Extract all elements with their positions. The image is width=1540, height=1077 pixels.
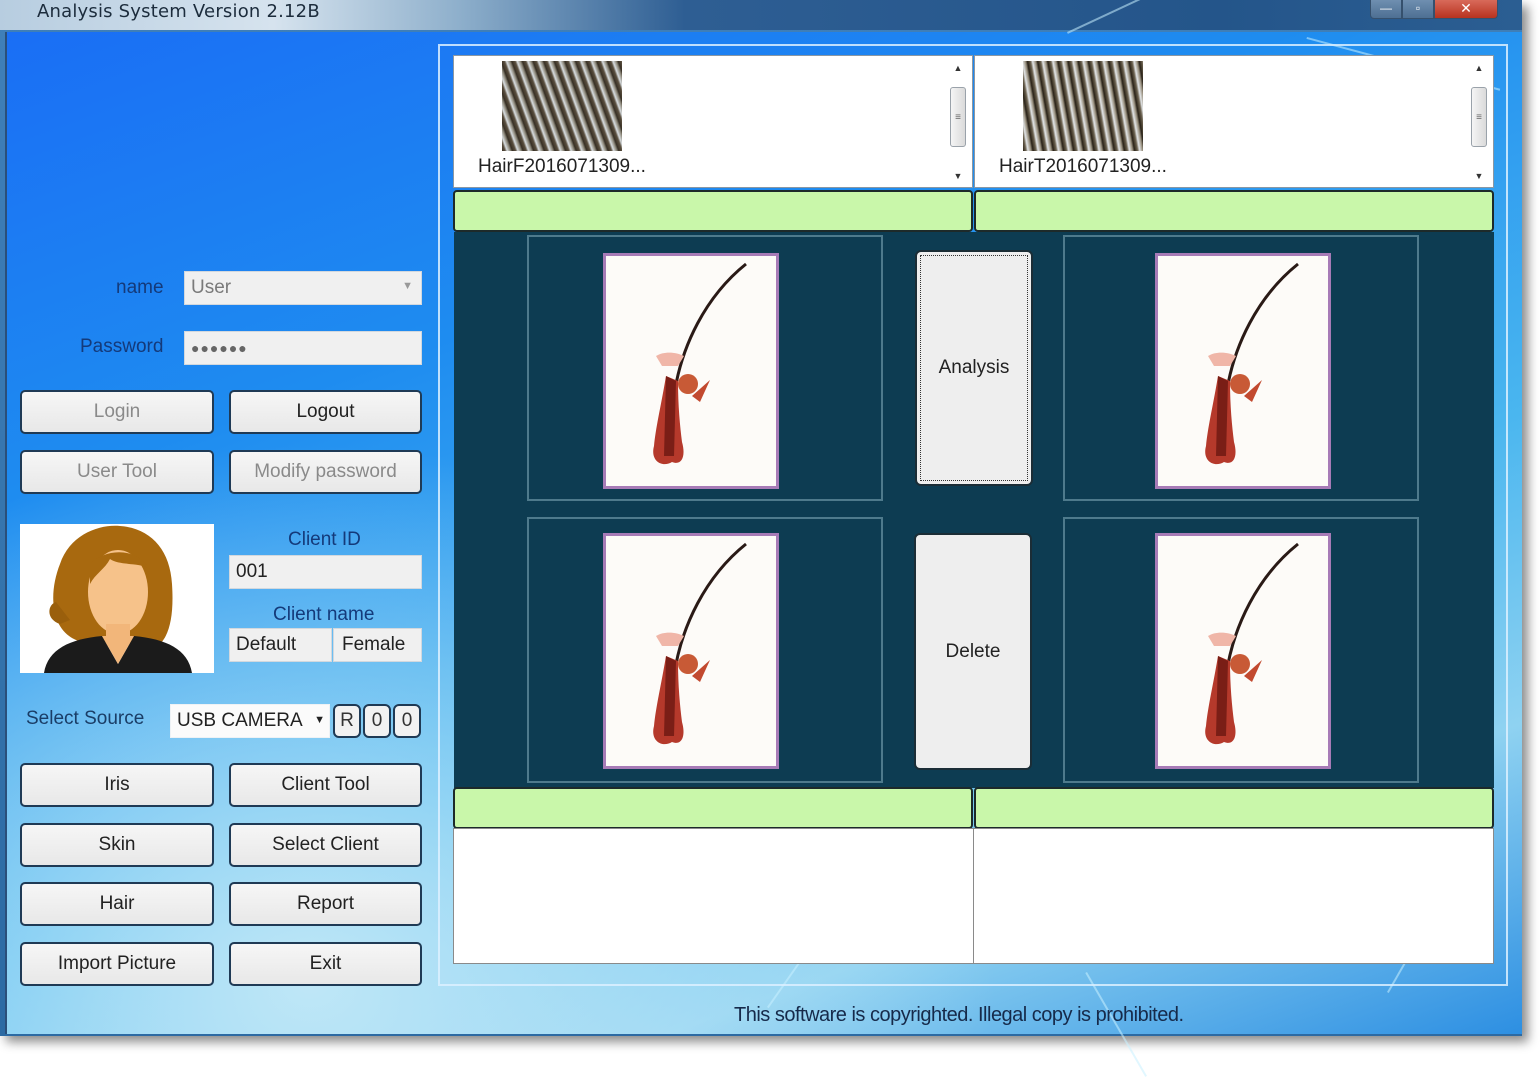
left-thumbnail-scrollbar[interactable]: ▲ ≡ ▼ [948, 60, 968, 184]
analysis-button-label: Analysis [938, 357, 1010, 378]
source-zero-button-2[interactable]: 0 [393, 704, 421, 738]
client-name-label: Client name [273, 604, 375, 625]
iris-button[interactable]: Iris [20, 763, 214, 807]
right-status-bar-bottom [974, 787, 1494, 829]
left-status-bar-bottom [453, 787, 973, 829]
client-tool-button[interactable]: Client Tool [229, 763, 422, 807]
delete-button-label: Delete [945, 640, 1001, 662]
chevron-down-icon: ▼ [402, 280, 413, 292]
scroll-up-arrow-icon[interactable]: ▲ [1469, 60, 1489, 76]
password-label: Password [80, 336, 164, 357]
thumbnail-image[interactable] [1023, 61, 1143, 151]
client-id-input[interactable]: 001 [229, 555, 422, 589]
import-picture-button[interactable]: Import Picture [20, 942, 214, 986]
source-r-button[interactable]: R [333, 704, 361, 738]
image-cell-bottom-left[interactable] [527, 517, 883, 783]
password-input[interactable]: ●●●●●● [184, 331, 422, 365]
select-source-label: Select Source [26, 708, 145, 729]
hair-follicle-illustration-icon [1205, 262, 1299, 465]
skin-button[interactable]: Skin [20, 823, 214, 867]
hair-follicle-illustration-icon [653, 262, 747, 465]
client-name-field[interactable]: Default [229, 628, 332, 662]
report-button[interactable]: Report [229, 882, 422, 926]
scrollbar-thumb[interactable]: ≡ [1471, 87, 1487, 147]
user-tool-button[interactable]: User Tool [20, 450, 214, 494]
name-label: name [116, 277, 164, 298]
right-status-bar-top [974, 190, 1494, 232]
delete-button[interactable]: Delete [914, 533, 1032, 770]
title-bar[interactable]: Analysis System Version 2.12B — ▫ ✕ [0, 0, 1522, 30]
thumbnail-image[interactable] [502, 61, 622, 151]
modify-password-button[interactable]: Modify password [229, 450, 422, 494]
female-avatar-icon [44, 525, 192, 673]
scroll-down-arrow-icon[interactable]: ▼ [1469, 168, 1489, 184]
hair-follicle-illustration-icon [1205, 542, 1299, 745]
scroll-up-arrow-icon[interactable]: ▲ [948, 60, 968, 76]
right-thumbnail-list[interactable]: HairT2016071309... ▲ ≡ ▼ [974, 55, 1494, 188]
source-dropdown[interactable]: USB CAMERA ▼ [170, 704, 330, 738]
name-value: User [191, 277, 232, 298]
left-thumbnail-list[interactable]: HairF2016071309... ▲ ≡ ▼ [453, 55, 973, 188]
image-cell-top-left[interactable] [527, 235, 883, 501]
maximize-button[interactable]: ▫ [1402, 0, 1434, 19]
chevron-down-icon: ▼ [314, 714, 325, 726]
name-dropdown[interactable]: User ▼ [184, 271, 422, 305]
client-avatar [20, 524, 214, 673]
source-zero-button-1[interactable]: 0 [363, 704, 391, 738]
scrollbar-thumb[interactable]: ≡ [950, 87, 966, 147]
close-button[interactable]: ✕ [1434, 0, 1498, 19]
right-thumbnail-scrollbar[interactable]: ▲ ≡ ▼ [1469, 60, 1489, 184]
login-button[interactable]: Login [20, 390, 214, 434]
right-result-panel [973, 828, 1494, 964]
hair-follicle-image[interactable] [1155, 253, 1331, 489]
thumbnail-filename: HairF2016071309... [478, 156, 646, 177]
hair-button[interactable]: Hair [20, 882, 214, 926]
hair-follicle-image[interactable] [603, 253, 779, 489]
logout-button[interactable]: Logout [229, 390, 422, 434]
hair-follicle-illustration-icon [653, 542, 747, 745]
hair-follicle-image[interactable] [1155, 533, 1331, 769]
source-value: USB CAMERA [177, 710, 303, 731]
exit-button[interactable]: Exit [229, 942, 422, 986]
image-cell-top-right[interactable] [1063, 235, 1419, 501]
window-controls: — ▫ ✕ [1370, 0, 1498, 20]
scroll-down-arrow-icon[interactable]: ▼ [948, 168, 968, 184]
window-title: Analysis System Version 2.12B [37, 1, 320, 22]
left-status-bar-top [453, 190, 973, 232]
hair-follicle-image[interactable] [603, 533, 779, 769]
minimize-button[interactable]: — [1370, 0, 1402, 19]
client-gender-field[interactable]: Female [333, 628, 422, 662]
copyright-notice: This software is copyrighted. Illegal co… [734, 1004, 1184, 1026]
image-cell-bottom-right[interactable] [1063, 517, 1419, 783]
client-id-label: Client ID [288, 529, 361, 550]
left-result-panel [453, 828, 974, 964]
thumbnail-filename: HairT2016071309... [999, 156, 1167, 177]
select-client-button[interactable]: Select Client [229, 823, 422, 867]
analysis-button[interactable]: Analysis [915, 250, 1033, 486]
